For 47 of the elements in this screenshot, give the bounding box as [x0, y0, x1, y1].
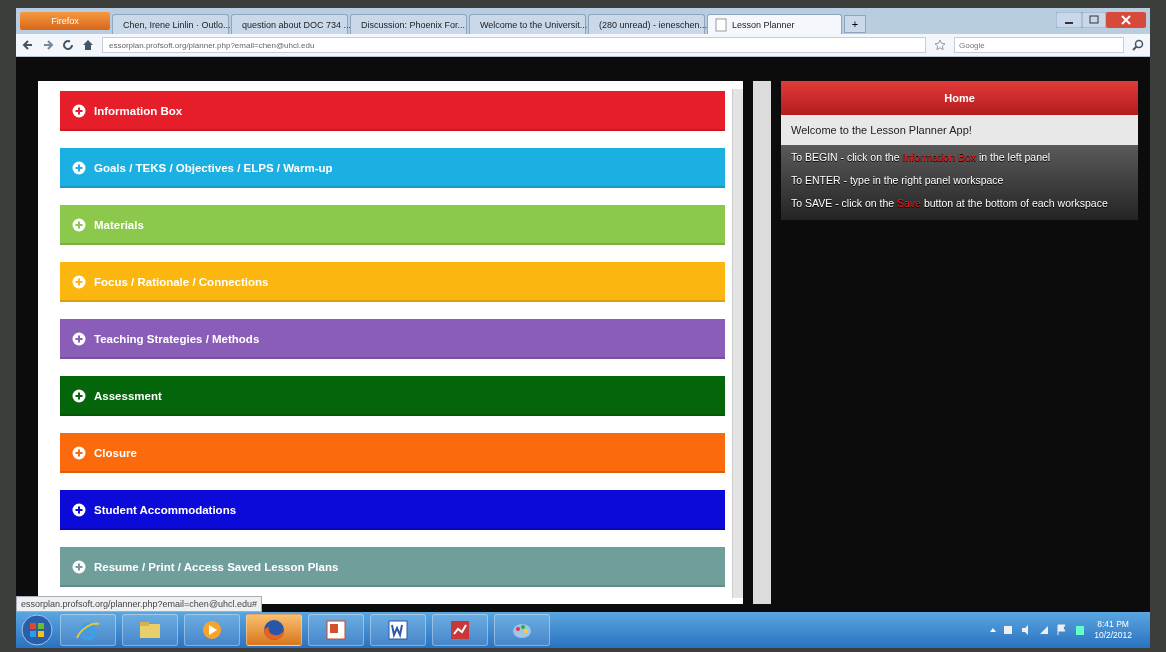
search-field[interactable]: Google: [954, 37, 1124, 53]
clock-date: 10/2/2012: [1094, 630, 1132, 641]
new-tab-button[interactable]: +: [844, 15, 866, 33]
browser-tab[interactable]: Welcome to the Universit...: [469, 14, 586, 34]
taskbar-app[interactable]: [370, 614, 426, 646]
plus-icon: [72, 446, 86, 460]
taskbar-app[interactable]: [432, 614, 488, 646]
minimize-icon[interactable]: [1056, 12, 1082, 28]
close-icon[interactable]: [1106, 12, 1146, 28]
browser-tab[interactable]: Discussion: Phoenix For...: [350, 14, 467, 34]
accordion-section[interactable]: Student Accommodations: [60, 490, 726, 530]
panel-header: Home: [781, 81, 1138, 115]
browser-tab[interactable]: (280 unread) - ieneschen...: [588, 14, 705, 34]
accordion-section[interactable]: Teaching Strategies / Methods: [60, 319, 726, 359]
forward-arrow-icon[interactable]: [42, 39, 54, 51]
browser-tab[interactable]: Lesson Planner: [707, 14, 842, 34]
plus-icon: [72, 161, 86, 175]
address-bar[interactable]: essorplan.profsoft.org/planner.php?email=chen@uhcl.edu: [102, 37, 926, 53]
plus-icon: [72, 218, 86, 232]
search-icon[interactable]: [1132, 39, 1144, 51]
instruction-text: To ENTER - type in the right panel workspace: [791, 174, 1005, 187]
taskbar-app[interactable]: [184, 614, 240, 646]
scrollbar[interactable]: [732, 89, 744, 598]
plus-icon: [72, 389, 86, 403]
accordion-section[interactable]: Assessment: [60, 376, 726, 416]
start-button[interactable]: [20, 613, 54, 647]
browser-tab[interactable]: question about DOC 734 ...: [231, 14, 348, 34]
plus-icon: [72, 275, 86, 289]
plus-icon: [72, 104, 86, 118]
accordion-section[interactable]: Information Box: [60, 91, 726, 131]
plus-icon: [72, 560, 86, 574]
favicon-icon: [714, 17, 728, 32]
browser-tab[interactable]: Chen, Irene Linlin · Outlo...: [112, 14, 229, 34]
instruction-text: To BEGIN - click on the Information Box in the left panel: [791, 151, 1052, 164]
splitter-handle[interactable]: [753, 81, 771, 604]
star-icon[interactable]: [934, 39, 946, 51]
reload-icon[interactable]: [62, 39, 74, 51]
plus-icon: [72, 332, 86, 346]
instruction-text: To SAVE - click on the Save button at the bottom of each workspace: [791, 197, 1109, 210]
plus-icon: [72, 503, 86, 517]
welcome-text: Welcome to the Lesson Planner App!: [781, 115, 1138, 145]
status-url: essorplan.profsoft.org/planner.php?email=chen@uhcl.edu#: [16, 596, 263, 612]
clock-time: 8:41 PM: [1097, 619, 1129, 630]
taskbar-app[interactable]: [308, 614, 364, 646]
taskbar-app[interactable]: [246, 614, 302, 646]
back-arrow-icon[interactable]: [22, 39, 34, 51]
home-icon[interactable]: [82, 39, 94, 51]
